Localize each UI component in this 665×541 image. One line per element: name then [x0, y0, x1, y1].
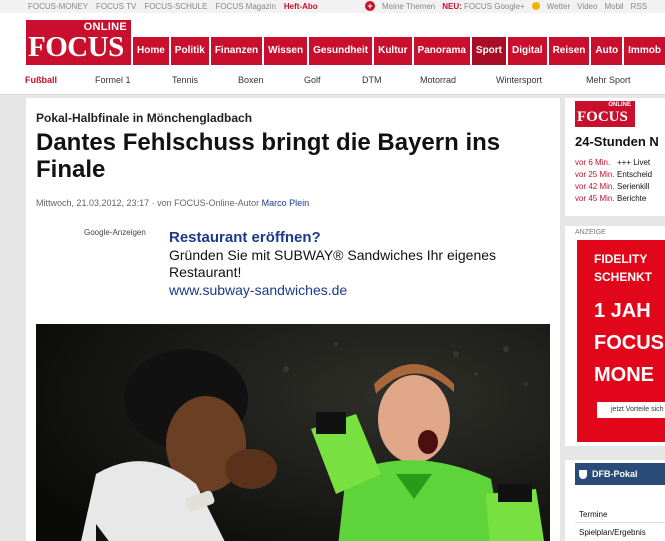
nav-auto[interactable]: Auto [591, 37, 623, 65]
dfb-pokal-header[interactable]: DFB-Pokal [575, 463, 665, 485]
ad-headline[interactable]: Restaurant eröffnen? [169, 229, 549, 247]
ad-line: FIDELITY [594, 252, 648, 266]
subnav-motorrad[interactable]: Motorrad [420, 75, 456, 85]
news-time: vor 42 Min. [575, 182, 615, 191]
article-meta: Mittwoch, 21.03.2012, 23:17 · von FOCUS-… [36, 198, 309, 208]
subnav-boxen[interactable]: Boxen [238, 75, 264, 85]
google-ads-label: Google-Anzeigen [84, 228, 146, 237]
nav-gesundheit[interactable]: Gesundheit [309, 37, 373, 65]
ad-text: Gründen Sie mit SUBWAY® Sandwiches Ihr e… [169, 247, 497, 280]
nav-finanzen[interactable]: Finanzen [210, 37, 263, 65]
nav-wissen[interactable]: Wissen [264, 37, 308, 65]
subnav-dtm[interactable]: DTM [362, 75, 382, 85]
news-item[interactable]: vor 25 Min. Entscheid [575, 170, 665, 182]
fidelity-ad-banner[interactable]: FIDELITY SCHENKT 1 JAH FOCUS MONE jetzt … [577, 240, 665, 442]
nav-sport[interactable]: Sport [471, 37, 507, 65]
focus-online-small-logo[interactable]: ONLINE FOCUS [575, 101, 635, 127]
news-time: vor 25 Min. [575, 170, 615, 179]
nav-home[interactable]: Home [133, 37, 169, 65]
link-mobil[interactable]: Mobil [604, 2, 623, 11]
ad-line: SCHENKT [594, 270, 653, 284]
news-item[interactable]: vor 45 Min. Berichte [575, 194, 665, 206]
news-box-title: 24-Stunden N [575, 134, 659, 149]
nav-panorama[interactable]: Panorama [413, 37, 470, 65]
news-item[interactable]: vor 42 Min. Serienkill [575, 182, 665, 194]
link-focus-money[interactable]: FOCUS-MONEY [28, 2, 88, 11]
link-focus-tv[interactable]: FOCUS TV [96, 2, 136, 11]
article-kicker: Pokal-Halbfinale in Mönchengladbach [36, 111, 253, 125]
nav-kultur[interactable]: Kultur [374, 37, 412, 65]
news-item[interactable]: vor 6 Min. +++ Livet [575, 158, 665, 170]
dfb-link-spielplan[interactable]: Spielplan/Ergebnis [579, 528, 646, 537]
subnav-mehr-sport[interactable]: Mehr Sport [586, 75, 631, 85]
logo-focus-text: FOCUS [28, 31, 124, 63]
dfb-link-termine[interactable]: Termine [579, 510, 607, 519]
subnav-fussball[interactable]: Fußball [25, 75, 57, 85]
main-navigation: Home Politik Finanzen Wissen Gesundheit … [133, 37, 665, 65]
news-list: vor 6 Min. +++ Livet vor 25 Min. Entscheid… [575, 158, 665, 206]
article-title: Dantes Fehlschuss bringt die Bayern ins … [36, 129, 501, 183]
focus-online-logo[interactable]: ONLINE FOCUS [26, 20, 131, 65]
nav-immobilien[interactable]: Immob [624, 37, 665, 65]
subnav-tennis[interactable]: Tennis [172, 75, 198, 85]
news-ticker-box: ONLINE FOCUS 24-Stunden N vor 6 Min. +++ … [565, 98, 665, 216]
nav-reisen[interactable]: Reisen [548, 37, 590, 65]
dfb-shield-icon [579, 470, 587, 479]
link-heft-abo[interactable]: Heft-Abo [284, 2, 318, 11]
utility-links: + Meine Themen NEU: FOCUS Google+ Wetter… [365, 1, 647, 11]
news-text[interactable]: Serienkill [617, 182, 649, 194]
ad-line: MONE [594, 364, 654, 386]
side-ad-box: ANZEIGE FIDELITY SCHENKT 1 JAH FOCUS MON… [565, 226, 665, 446]
link-video[interactable]: Video [577, 2, 597, 11]
author-prefix: · von FOCUS-Online-Autor [151, 198, 260, 208]
weather-icon [531, 2, 540, 10]
sport-sub-navigation: Fußball Formel 1 Tennis Boxen Golf DTM M… [0, 65, 665, 95]
link-focus-schule[interactable]: FOCUS-SCHULE [144, 2, 207, 11]
link-rss[interactable]: RSS [631, 2, 647, 11]
google-plus-link[interactable]: NEU: FOCUS Google+ [442, 2, 525, 11]
divider [575, 522, 665, 523]
google-plus-label: FOCUS Google+ [464, 1, 525, 11]
ad-label: ANZEIGE [575, 229, 606, 236]
subnav-wintersport[interactable]: Wintersport [496, 75, 542, 85]
news-text[interactable]: Entscheid [617, 170, 652, 182]
author-link[interactable]: Marco Plein [262, 198, 310, 208]
subnav-formel-1[interactable]: Formel 1 [95, 75, 131, 85]
news-time: vor 6 Min. [575, 158, 611, 167]
article-date: Mittwoch, 21.03.2012, 23:17 [36, 198, 150, 208]
ad-url[interactable]: www.subway-sandwiches.de [169, 281, 549, 299]
top-utility-bar: FOCUS-MONEY FOCUS TV FOCUS-SCHULE FOCUS … [0, 0, 665, 13]
ad-line: 1 JAH [594, 300, 651, 322]
text-ad[interactable]: Restaurant eröffnen? Gründen Sie mit SUB… [169, 229, 549, 299]
match-photo-image [36, 324, 550, 541]
plus-icon[interactable]: + [365, 1, 375, 11]
link-focus-magazin[interactable]: FOCUS Magazin [215, 2, 275, 11]
ad-cta-button[interactable]: jetzt Vorteile sich [597, 402, 665, 418]
network-links: FOCUS-MONEY FOCUS TV FOCUS-SCHULE FOCUS … [28, 2, 318, 11]
site-header: ONLINE FOCUS Home Politik Finanzen Wisse… [0, 13, 665, 65]
article-photo[interactable] [36, 324, 550, 541]
article-card: Pokal-Halbfinale in Mönchengladbach Dant… [26, 98, 560, 541]
dfb-pokal-title: DFB-Pokal [592, 469, 638, 479]
dfb-pokal-box: DFB-Pokal Termine Spielplan/Ergebnis [565, 460, 665, 541]
ad-line: FOCUS [594, 332, 664, 354]
news-text[interactable]: +++ Livet [617, 158, 650, 170]
link-meine-themen[interactable]: Meine Themen [382, 2, 435, 11]
subnav-golf[interactable]: Golf [304, 75, 321, 85]
small-logo-online: ONLINE [608, 102, 631, 108]
link-wetter[interactable]: Wetter [547, 2, 570, 11]
nav-politik[interactable]: Politik [170, 37, 209, 65]
news-time: vor 45 Min. [575, 194, 615, 203]
small-logo-focus: FOCUS [577, 109, 628, 125]
neu-label: NEU: [442, 1, 462, 11]
news-text[interactable]: Berichte [617, 194, 646, 206]
nav-digital[interactable]: Digital [508, 37, 547, 65]
